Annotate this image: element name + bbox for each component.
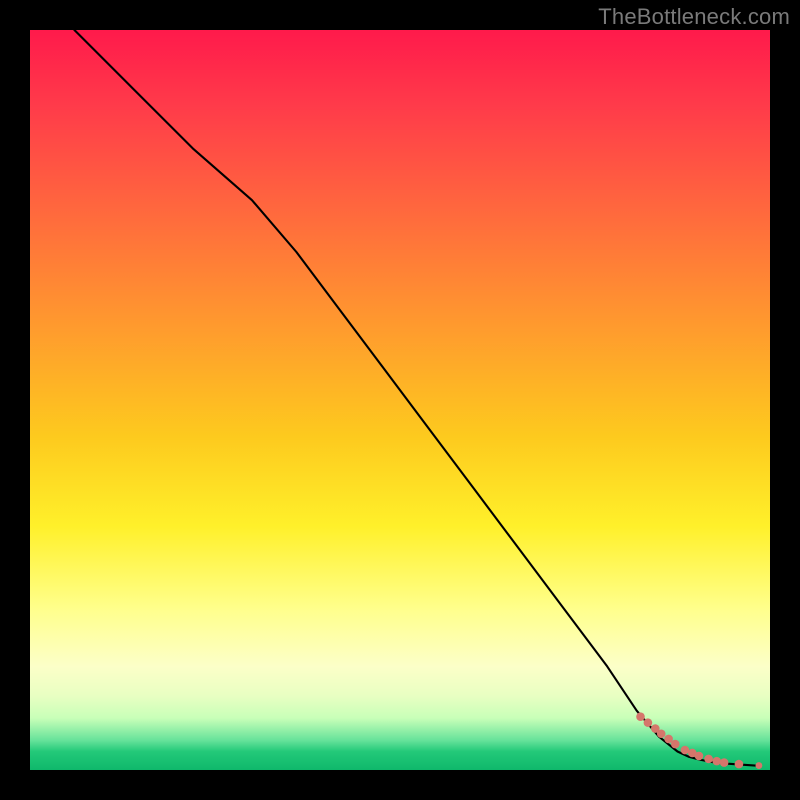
chart-stage: TheBottleneck.com bbox=[0, 0, 800, 800]
tail-dot bbox=[720, 758, 729, 767]
tail-dot bbox=[636, 712, 645, 721]
tail-dot bbox=[695, 752, 704, 761]
bottleneck-curve bbox=[74, 30, 755, 766]
tail-dot bbox=[712, 757, 721, 766]
tail-dot bbox=[644, 718, 653, 727]
plot-area bbox=[30, 30, 770, 770]
tail-dot bbox=[756, 762, 763, 769]
tail-dot bbox=[704, 755, 713, 764]
tail-dot bbox=[735, 760, 744, 769]
tail-dot bbox=[671, 740, 680, 749]
watermark-text: TheBottleneck.com bbox=[598, 4, 790, 30]
chart-overlay bbox=[30, 30, 770, 770]
tail-dot bbox=[681, 746, 690, 755]
tail-dot bbox=[657, 729, 666, 738]
